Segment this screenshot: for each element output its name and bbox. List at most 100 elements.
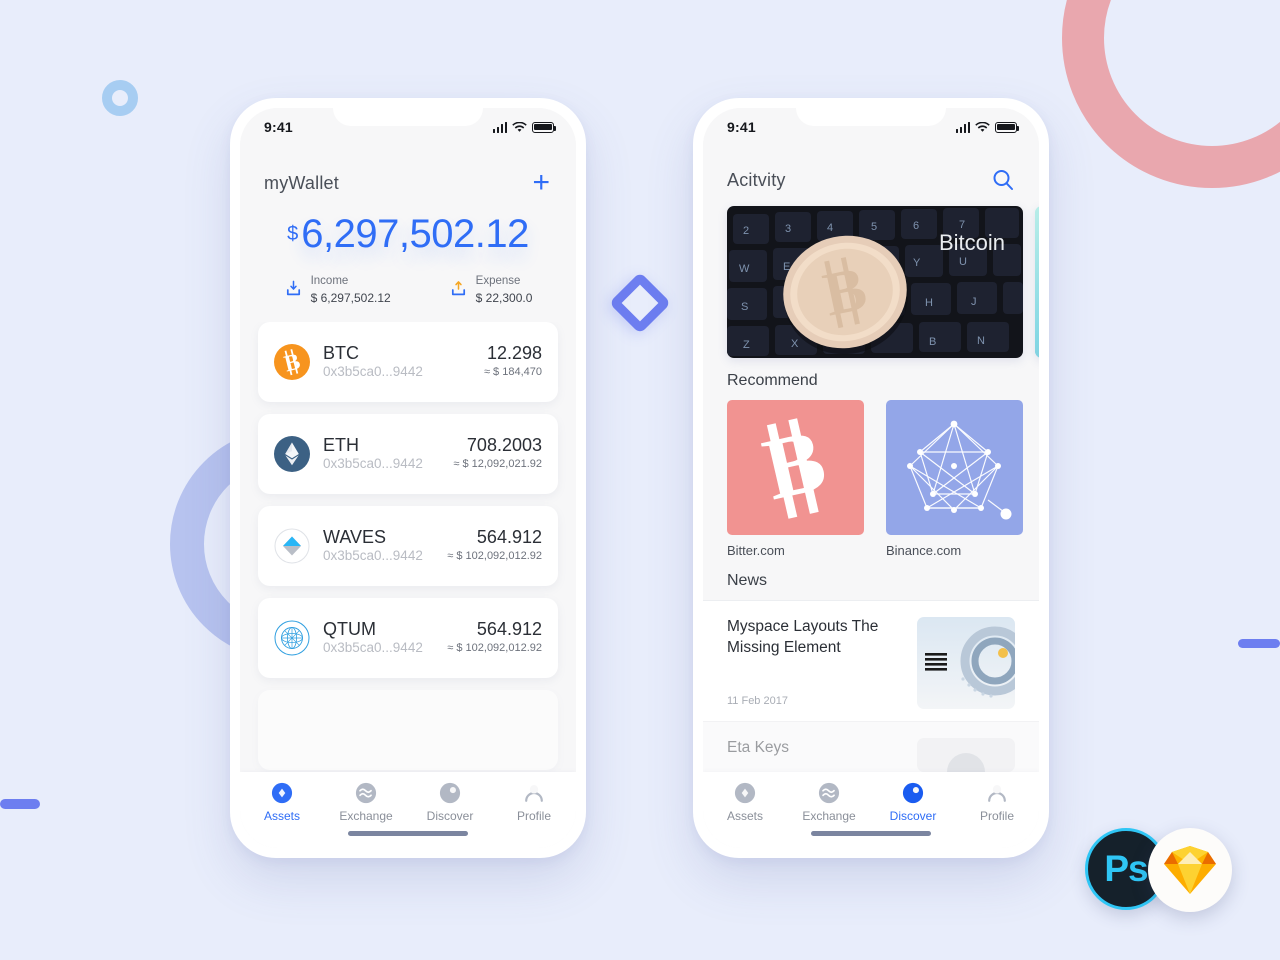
news-title: Eta Keys (727, 739, 790, 756)
asset-list[interactable]: B BTC 0x3b5ca0...9442 12.298 ≈ $ 184,470 (240, 321, 576, 772)
news-date: 11 Feb 2017 (727, 695, 788, 707)
tab-label: Assets (726, 809, 763, 823)
status-icons (492, 121, 557, 133)
tab-label: Exchange (339, 809, 393, 823)
signal-bars-icon (492, 121, 507, 133)
portrait-photo (917, 738, 1015, 772)
banner-secondary[interactable] (1035, 206, 1039, 358)
profile-person-icon (525, 785, 543, 802)
discover-body[interactable]: 234 567 WEY USH JZX BN B Bitcoin Recomme… (703, 192, 1039, 772)
status-icons (955, 121, 1020, 133)
asset-info: BTC 0x3b5ca0...9442 (323, 343, 471, 381)
asset-amount: 564.912 (476, 619, 542, 640)
expense-label: Expense (475, 275, 521, 287)
svg-text:4: 4 (827, 222, 833, 234)
asset-amount: 564.912 (476, 527, 542, 548)
sketch-logo (1148, 828, 1232, 912)
tab-bar: Assets Exchange Discover Profile (240, 772, 576, 848)
svg-text:2: 2 (743, 225, 749, 237)
tab-assets[interactable]: Assets (247, 782, 317, 823)
search-icon (993, 170, 1013, 190)
list-item[interactable]: B Bitter.com (727, 400, 864, 558)
assets-diamond-icon (734, 782, 756, 804)
asset-symbol: ETH (323, 434, 359, 455)
notch (796, 108, 946, 126)
expense-text: Expense $ 22,300.0 (476, 274, 533, 306)
expense-value: $ 22,300.0 (475, 290, 533, 305)
expense-summary[interactable]: Expense $ 22,300.0 (449, 274, 533, 306)
table-row[interactable]: B BTC 0x3b5ca0...9442 12.298 ≈ $ 184,470 (258, 321, 558, 402)
income-value: $ 6,297,502.12 (310, 290, 391, 305)
balance-amount: 6,297,502.12 (301, 212, 529, 256)
asset-address: 0x3b5ca0...9442 (323, 456, 423, 472)
table-row[interactable]: QTUM 0x3b5ca0...9442 564.912 ≈ $ 102,092… (258, 597, 558, 678)
home-indicator[interactable] (348, 831, 468, 836)
svg-text:B: B (929, 336, 936, 348)
status-bar: 9:41 (240, 108, 576, 146)
phone-mockup-discover: 9:41 Acitvity 2 3 4 5 6 7 W E Y U S H J … (693, 98, 1049, 858)
search-button[interactable] (991, 168, 1015, 192)
banner-bitcoin[interactable]: 234 567 WEY USH JZX BN B Bitcoin (727, 206, 1023, 358)
table-row[interactable]: ETH 0x3b5ca0...9442 708.2003 ≈ $ 12,092,… (258, 413, 558, 494)
asset-values: 564.912 ≈ $ 102,092,012.92 (447, 527, 542, 564)
svg-text:H: H (925, 297, 933, 309)
banner-carousel[interactable]: 234 567 WEY USH JZX BN B Bitcoin (703, 192, 1039, 358)
tab-discover[interactable]: Discover (415, 782, 485, 823)
income-arrow-down-icon (286, 281, 300, 296)
decorative-diamond (608, 271, 672, 335)
network-graph-icon (907, 420, 1012, 520)
decorative-bar-right (1238, 639, 1280, 648)
income-summary[interactable]: Income $ 6,297,502.12 (284, 274, 391, 306)
asset-symbol: WAVES (323, 526, 387, 547)
tab-profile[interactable]: Profile (499, 782, 569, 823)
battery-icon (532, 121, 557, 133)
wallet-screen: 9:41 myWallet + $ 6,297,502.12 Income $ … (240, 108, 576, 848)
balance-section: $ 6,297,502.12 (240, 198, 576, 256)
tab-profile[interactable]: Profile (962, 782, 1032, 823)
tab-label: Profile (979, 809, 1014, 823)
list-item[interactable]: Binance.com (886, 400, 1023, 558)
bitcoin-coin-icon: B (274, 343, 310, 380)
status-time: 9:41 (727, 119, 756, 135)
wifi-icon (975, 121, 990, 132)
home-indicator[interactable] (811, 831, 931, 836)
decorative-blue-circle (102, 80, 138, 116)
asset-amount: 708.2003 (466, 435, 542, 456)
tab-bar: Assets Exchange Discover Profile (703, 772, 1039, 848)
recommend-tile: B (727, 400, 864, 535)
recommend-list[interactable]: B Bitter.com Binance.com (703, 400, 1039, 558)
ethereum-coin-icon (274, 435, 310, 472)
asset-symbol: QTUM (323, 618, 376, 639)
discover-compass-icon (439, 782, 461, 804)
asset-symbol: BTC (323, 342, 359, 363)
add-wallet-button[interactable]: + (530, 168, 552, 198)
blue-abstract-photo (1035, 206, 1039, 358)
discover-compass-icon (902, 782, 924, 804)
svg-text:N: N (977, 335, 985, 347)
asset-address: 0x3b5ca0...9442 (323, 364, 423, 380)
total-balance: $ 6,297,502.12 (287, 214, 529, 254)
table-row[interactable]: WAVES 0x3b5ca0...9442 564.912 ≈ $ 102,09… (258, 505, 558, 586)
ibm-server-photo (917, 617, 1015, 709)
bitcoin-coin-on-keyboard-photo: 234 567 WEY US H JZ X BN B Bitcoin (727, 206, 1023, 358)
tab-discover[interactable]: Discover (878, 782, 948, 823)
discover-screen: 9:41 Acitvity 2 3 4 5 6 7 W E Y U S H J … (703, 108, 1039, 848)
table-row-partial[interactable] (258, 689, 558, 770)
page-title: Acitvity (727, 169, 786, 190)
list-item[interactable]: Myspace Layouts The Missing Element 11 F… (703, 600, 1039, 721)
svg-text:Y: Y (913, 257, 921, 269)
tab-label: Discover (426, 809, 474, 823)
tab-exchange[interactable]: Exchange (794, 782, 864, 823)
news-thumbnail (917, 738, 1015, 772)
svg-text:Z: Z (743, 339, 750, 351)
tab-exchange[interactable]: Exchange (331, 782, 401, 823)
income-label: Income (310, 275, 349, 287)
tab-assets[interactable]: Assets (710, 782, 780, 823)
signal-bars-icon (955, 121, 970, 133)
assets-diamond-icon (271, 782, 293, 804)
status-bar: 9:41 (703, 108, 1039, 146)
tab-label: Assets (263, 809, 300, 823)
list-item[interactable]: Eta Keys (703, 721, 1039, 772)
news-text: Eta Keys (727, 738, 903, 772)
asset-values: 564.912 ≈ $ 102,092,012.92 (447, 619, 542, 656)
